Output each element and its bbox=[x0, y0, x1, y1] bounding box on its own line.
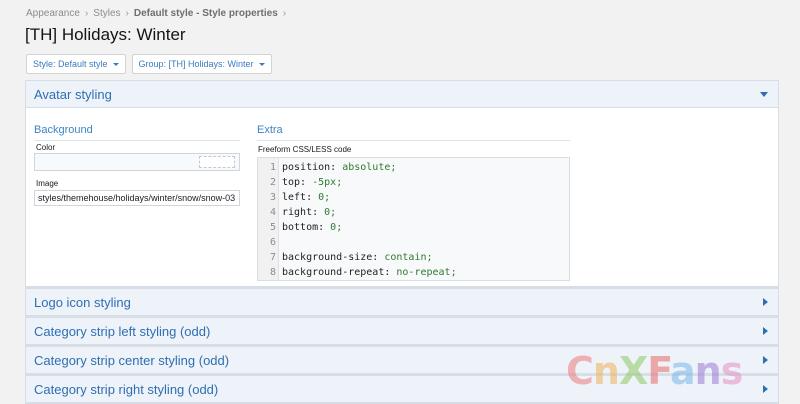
image-field[interactable]: styles/themehouse/holidays/winter/snow/s… bbox=[34, 190, 240, 206]
watermark-letter: F bbox=[647, 349, 671, 393]
watermark-letter: C bbox=[566, 349, 594, 393]
divider bbox=[257, 140, 570, 141]
line-number: 5 bbox=[269, 222, 276, 233]
section-category-strip-left: Category strip left styling (odd) bbox=[25, 317, 779, 346]
section-title: Category strip left styling (odd) bbox=[34, 323, 211, 339]
caret-down-icon bbox=[112, 62, 119, 66]
color-label: Color bbox=[36, 143, 56, 152]
line-code: background-repeat: no-repeat; bbox=[282, 266, 457, 279]
chevron-right-icon: › bbox=[282, 8, 287, 19]
code-property: position: bbox=[282, 162, 337, 173]
expand-triangle-icon bbox=[763, 327, 768, 335]
section-logo-icon-styling: Logo icon styling bbox=[25, 288, 779, 317]
filter-bar: Style: Default style Group: [TH] Holiday… bbox=[26, 54, 272, 74]
code-property: background-size: bbox=[282, 252, 379, 263]
line-code: bottom: 0; bbox=[282, 221, 342, 234]
caret-down-icon bbox=[258, 62, 265, 66]
code-property: left: bbox=[282, 192, 313, 203]
breadcrumb-link-style-properties[interactable]: Default style - Style properties bbox=[134, 8, 278, 19]
chevron-right-icon: › bbox=[84, 8, 89, 19]
code-property: bottom: bbox=[282, 222, 325, 233]
chevron-right-icon: › bbox=[125, 8, 129, 19]
color-swatch[interactable] bbox=[199, 156, 235, 168]
code-property: top: bbox=[282, 177, 307, 188]
line-number: 7 bbox=[269, 252, 276, 263]
line-code: background-size: contain; bbox=[282, 251, 433, 264]
expand-triangle-icon bbox=[763, 356, 768, 364]
section-header-category-strip-left[interactable]: Category strip left styling (odd) bbox=[26, 318, 778, 345]
line-number: 2 bbox=[269, 177, 276, 188]
line-code: top: -5px; bbox=[282, 176, 342, 189]
watermark-letter: n bbox=[592, 349, 620, 393]
code-value: 0; bbox=[312, 192, 331, 203]
watermark-letter: X bbox=[618, 349, 648, 393]
line-number: 8 bbox=[269, 267, 276, 278]
page-title: [TH] Holidays: Winter bbox=[25, 25, 186, 44]
expand-triangle-icon bbox=[763, 385, 768, 393]
watermark-letter: n bbox=[694, 349, 722, 393]
section-title: Avatar styling bbox=[34, 86, 112, 102]
section-title: Category strip center styling (odd) bbox=[34, 352, 230, 368]
code-value: 0; bbox=[324, 222, 343, 233]
line-number: 6 bbox=[269, 237, 276, 248]
section-title: Logo icon styling bbox=[34, 294, 131, 310]
code-value: absolute; bbox=[336, 162, 397, 173]
watermark-logo: CnXFans bbox=[566, 349, 744, 393]
group-filter-label: Group: [TH] Holidays: Winter bbox=[138, 59, 254, 69]
code-value: no-repeat; bbox=[390, 267, 457, 278]
section-header-logo-icon-styling[interactable]: Logo icon styling bbox=[26, 289, 778, 316]
code-property: background-repeat: bbox=[282, 267, 391, 278]
watermark-letter: a bbox=[670, 349, 696, 393]
extra-heading: Extra bbox=[257, 124, 283, 136]
css-code-editor[interactable]: 1 position: absolute; 2 top: -5px; 3 lef… bbox=[257, 157, 570, 281]
section-body: Background Color Image styles/themehouse… bbox=[26, 108, 778, 287]
code-property: right: bbox=[282, 207, 319, 218]
breadcrumb: Appearance › Styles › Default style - St… bbox=[26, 8, 286, 19]
line-number: 1 bbox=[269, 162, 276, 173]
section-avatar-styling: Avatar styling Background Color Image st… bbox=[25, 80, 779, 288]
expand-triangle-icon bbox=[763, 298, 768, 306]
image-label: Image bbox=[36, 179, 59, 188]
color-field[interactable] bbox=[34, 153, 240, 171]
section-header-avatar-styling[interactable]: Avatar styling bbox=[26, 81, 778, 108]
line-code: position: absolute; bbox=[282, 161, 396, 174]
breadcrumb-link-styles[interactable]: Styles bbox=[93, 8, 120, 19]
group-filter-button[interactable]: Group: [TH] Holidays: Winter bbox=[131, 54, 272, 74]
code-value: contain; bbox=[378, 252, 433, 263]
code-label: Freeform CSS/LESS code bbox=[258, 145, 352, 154]
section-title: Category strip right styling (odd) bbox=[34, 381, 219, 397]
watermark-letter: s bbox=[720, 349, 744, 393]
divider bbox=[34, 140, 240, 141]
line-code: left: 0; bbox=[282, 191, 330, 204]
style-filter-button[interactable]: Style: Default style bbox=[26, 54, 126, 74]
line-number: 3 bbox=[269, 192, 276, 203]
code-value: -5px; bbox=[306, 177, 343, 188]
collapse-triangle-icon bbox=[760, 91, 768, 97]
code-value: 0; bbox=[318, 207, 337, 218]
breadcrumb-link-appearance[interactable]: Appearance bbox=[26, 8, 80, 19]
background-heading: Background bbox=[34, 124, 93, 136]
style-filter-label: Style: Default style bbox=[33, 59, 108, 69]
line-number: 4 bbox=[269, 207, 276, 218]
line-code: right: 0; bbox=[282, 206, 336, 219]
